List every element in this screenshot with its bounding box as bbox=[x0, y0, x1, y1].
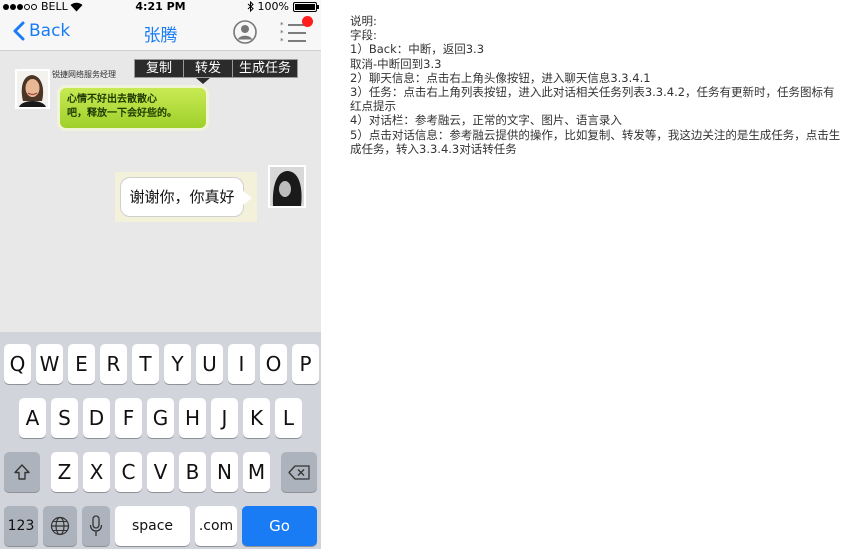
message-context-menu: 复制 转发 生成任务 bbox=[134, 59, 299, 78]
key-u[interactable]: U bbox=[196, 344, 223, 384]
battery-icon bbox=[293, 1, 319, 12]
backspace-icon bbox=[288, 464, 310, 480]
woman-portrait-icon bbox=[17, 71, 48, 107]
svg-text:*: * bbox=[280, 21, 284, 29]
note-item: 取消-中断回到3.3 bbox=[350, 56, 442, 71]
user-profile-icon bbox=[233, 20, 257, 44]
my-avatar[interactable] bbox=[268, 165, 306, 208]
create-task-menu-item[interactable]: 生成任务 bbox=[233, 60, 297, 77]
globe-icon bbox=[50, 516, 70, 536]
key-w[interactable]: W bbox=[36, 344, 63, 384]
globe-key[interactable] bbox=[43, 506, 77, 546]
chat-info-button[interactable] bbox=[233, 20, 257, 44]
note-item: 2）聊天信息：点击右上角头像按钮，进入聊天信息3.3.4.1 bbox=[350, 70, 651, 85]
svg-text:*: * bbox=[280, 37, 284, 45]
battery-percent: 100% bbox=[257, 0, 289, 13]
incoming-message-bubble[interactable]: 心情不好出去散散心 吧，释放一下会好些的。 bbox=[60, 88, 206, 128]
task-update-badge bbox=[302, 16, 313, 27]
key-b[interactable]: B bbox=[179, 452, 206, 492]
go-key[interactable]: Go bbox=[242, 506, 317, 546]
key-h[interactable]: H bbox=[179, 398, 206, 438]
key-k[interactable]: K bbox=[243, 398, 270, 438]
back-button[interactable]: Back bbox=[12, 21, 70, 41]
key-q[interactable]: Q bbox=[4, 344, 31, 384]
battery-area: 100% bbox=[247, 0, 319, 13]
notes-heading: 说明: bbox=[350, 14, 377, 28]
note-item: 3）任务：点击右上角列表按钮，进入此对话相关任务列表3.3.4.2，任务有更新时… bbox=[350, 85, 835, 114]
key-c[interactable]: C bbox=[115, 452, 142, 492]
space-key[interactable]: space bbox=[115, 506, 190, 546]
microphone-icon bbox=[89, 515, 103, 536]
key-l[interactable]: L bbox=[275, 398, 302, 438]
key-v[interactable]: V bbox=[147, 452, 174, 492]
note-item: 5）点击对话信息：参考融云提供的操作，比如复制、转发等，我这边关注的是生成任务，… bbox=[350, 127, 841, 156]
numbers-key[interactable]: 123 bbox=[4, 506, 38, 546]
sender-avatar[interactable] bbox=[15, 69, 50, 109]
key-j[interactable]: J bbox=[211, 398, 238, 438]
key-d[interactable]: D bbox=[83, 398, 110, 438]
dotcom-key[interactable]: .com bbox=[195, 506, 237, 546]
note-item: 1）Back：中断，返回3.3 bbox=[350, 42, 485, 57]
key-f[interactable]: F bbox=[115, 398, 142, 438]
sender-name: 锐捷网络服务经理 bbox=[52, 70, 116, 79]
key-y[interactable]: Y bbox=[164, 344, 191, 384]
key-s[interactable]: S bbox=[51, 398, 78, 438]
key-n[interactable]: N bbox=[211, 452, 238, 492]
key-r[interactable]: R bbox=[100, 344, 127, 384]
back-label: Back bbox=[29, 21, 71, 41]
status-bar: BELL 4:21 PM 100% bbox=[0, 0, 321, 13]
key-o[interactable]: O bbox=[260, 344, 287, 384]
shift-arrow-icon bbox=[14, 464, 30, 480]
forward-menu-item[interactable]: 转发 bbox=[184, 60, 234, 77]
svg-text:*: * bbox=[280, 29, 284, 37]
phone-screen: BELL 4:21 PM 100% Back 张腾 * * * 复制 转发 生成… bbox=[0, 0, 321, 549]
portrait-icon bbox=[270, 167, 304, 206]
message-text-line: 吧，释放一下会好些的。 bbox=[67, 108, 177, 119]
notes-fields-heading: 字段: bbox=[350, 28, 377, 43]
outgoing-message-bubble[interactable]: 谢谢你，你真好 bbox=[120, 177, 252, 217]
key-e[interactable]: E bbox=[68, 344, 95, 384]
shift-key[interactable] bbox=[4, 452, 40, 492]
battery-level bbox=[295, 3, 315, 10]
copy-menu-item[interactable]: 复制 bbox=[135, 60, 185, 77]
message-text-line: 心情不好出去散散心 bbox=[67, 94, 157, 105]
key-m[interactable]: M bbox=[243, 452, 270, 492]
spec-notes: 说明: 字段: 1）Back：中断，返回3.3 取消-中断回到3.3 2）聊天信… bbox=[350, 14, 845, 156]
key-x[interactable]: X bbox=[83, 452, 110, 492]
note-item: 4）对话栏：参考融云，正常的文字、图片、语言录入 bbox=[350, 113, 622, 128]
delete-key[interactable] bbox=[281, 452, 317, 492]
key-p[interactable]: P bbox=[292, 344, 319, 384]
key-z[interactable]: Z bbox=[51, 452, 78, 492]
dictation-key[interactable] bbox=[82, 506, 110, 546]
context-menu-pointer bbox=[196, 78, 210, 84]
key-i[interactable]: I bbox=[228, 344, 255, 384]
chat-area[interactable]: 复制 转发 生成任务 锐捷网络服务经理 心情不好出去散散心 吧，释放一下会好些的… bbox=[0, 52, 321, 332]
navigation-bar: Back 张腾 * * * bbox=[0, 13, 321, 51]
keyboard: Q W E R T Y U I O P A S D F G H J K L Z … bbox=[0, 332, 321, 549]
key-g[interactable]: G bbox=[147, 398, 174, 438]
key-a[interactable]: A bbox=[19, 398, 46, 438]
chevron-left-icon bbox=[13, 21, 25, 41]
bluetooth-icon bbox=[247, 1, 254, 12]
chat-title: 张腾 bbox=[143, 26, 178, 46]
key-t[interactable]: T bbox=[132, 344, 159, 384]
